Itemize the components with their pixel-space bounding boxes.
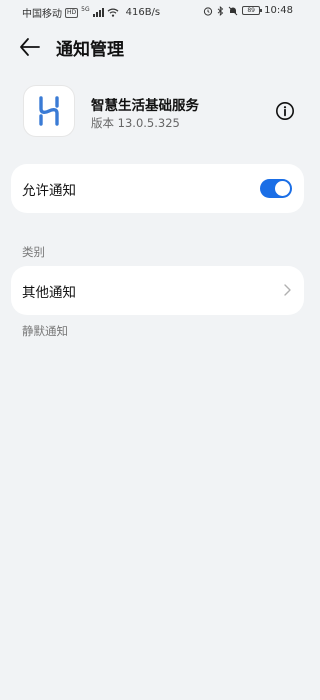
header: 通知管理 — [0, 30, 315, 64]
carrier-label: 中国移动 — [22, 9, 62, 20]
alarm-icon — [204, 6, 213, 16]
mute-icon — [228, 6, 238, 15]
category-section-title: 类别 — [22, 245, 45, 259]
allow-notifications-label: 允许通知 — [22, 183, 76, 199]
app-info: 智慧生活基础服务 版本 13.0.5.325 — [0, 86, 315, 138]
clock: 10:48 — [264, 5, 293, 16]
network-type: 5G — [81, 6, 90, 13]
category-item-label: 其他通知 — [22, 285, 76, 301]
page-title: 通知管理 — [56, 40, 124, 60]
app-version: 版本 13.0.5.325 — [91, 116, 180, 130]
hd-badge: HD — [65, 7, 79, 18]
wifi-icon — [107, 8, 119, 17]
back-button[interactable] — [18, 36, 42, 58]
battery-level: 89 — [247, 7, 255, 14]
status-bar: 中国移动 HD 5G 416B/s 89 10:48 — [0, 0, 315, 22]
toggle-knob — [275, 181, 290, 196]
bluetooth-icon — [217, 5, 224, 16]
signal-icon — [92, 8, 104, 17]
app-icon — [24, 86, 74, 136]
battery-icon: 89 — [242, 6, 263, 15]
app-name: 智慧生活基础服务 — [91, 98, 199, 114]
app-info-button[interactable] — [275, 101, 295, 121]
app-logo-icon — [39, 96, 59, 126]
category-item-other[interactable]: 其他通知 — [11, 266, 304, 315]
arrow-left-icon — [20, 38, 40, 56]
allow-notifications-row[interactable]: 允许通知 — [11, 164, 304, 213]
chevron-right-icon — [284, 284, 291, 296]
silent-section-title: 静默通知 — [22, 324, 68, 338]
network-speed: 416B/s — [125, 7, 161, 18]
info-icon — [276, 102, 294, 120]
allow-notifications-toggle[interactable] — [260, 179, 292, 198]
